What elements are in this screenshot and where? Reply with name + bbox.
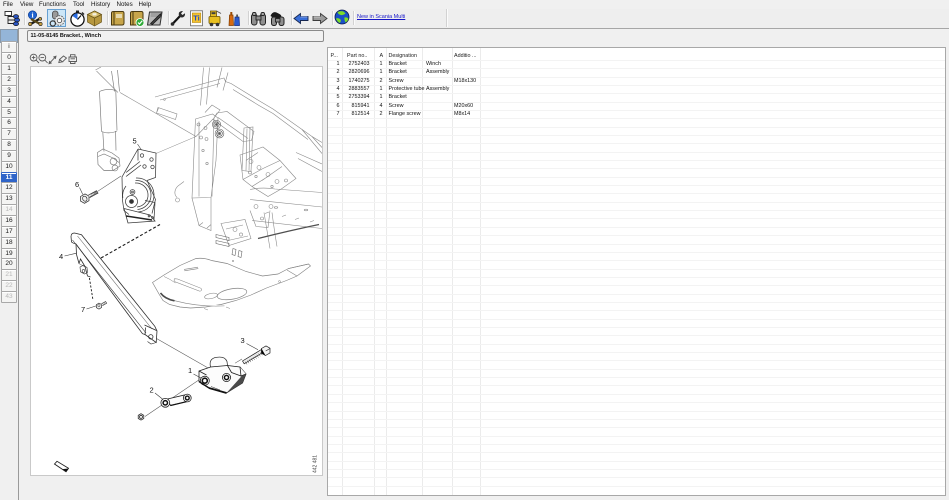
svg-text:6: 6	[75, 180, 79, 189]
svg-text:3: 3	[241, 336, 245, 345]
svg-text:1: 1	[188, 366, 192, 375]
svg-text:Ti: Ti	[193, 14, 200, 23]
svg-text:2: 2	[150, 385, 154, 394]
svg-text:7: 7	[81, 305, 85, 314]
svg-text:5: 5	[133, 136, 137, 145]
svg-text:442 481: 442 481	[313, 454, 319, 472]
svg-text:4: 4	[59, 252, 63, 261]
